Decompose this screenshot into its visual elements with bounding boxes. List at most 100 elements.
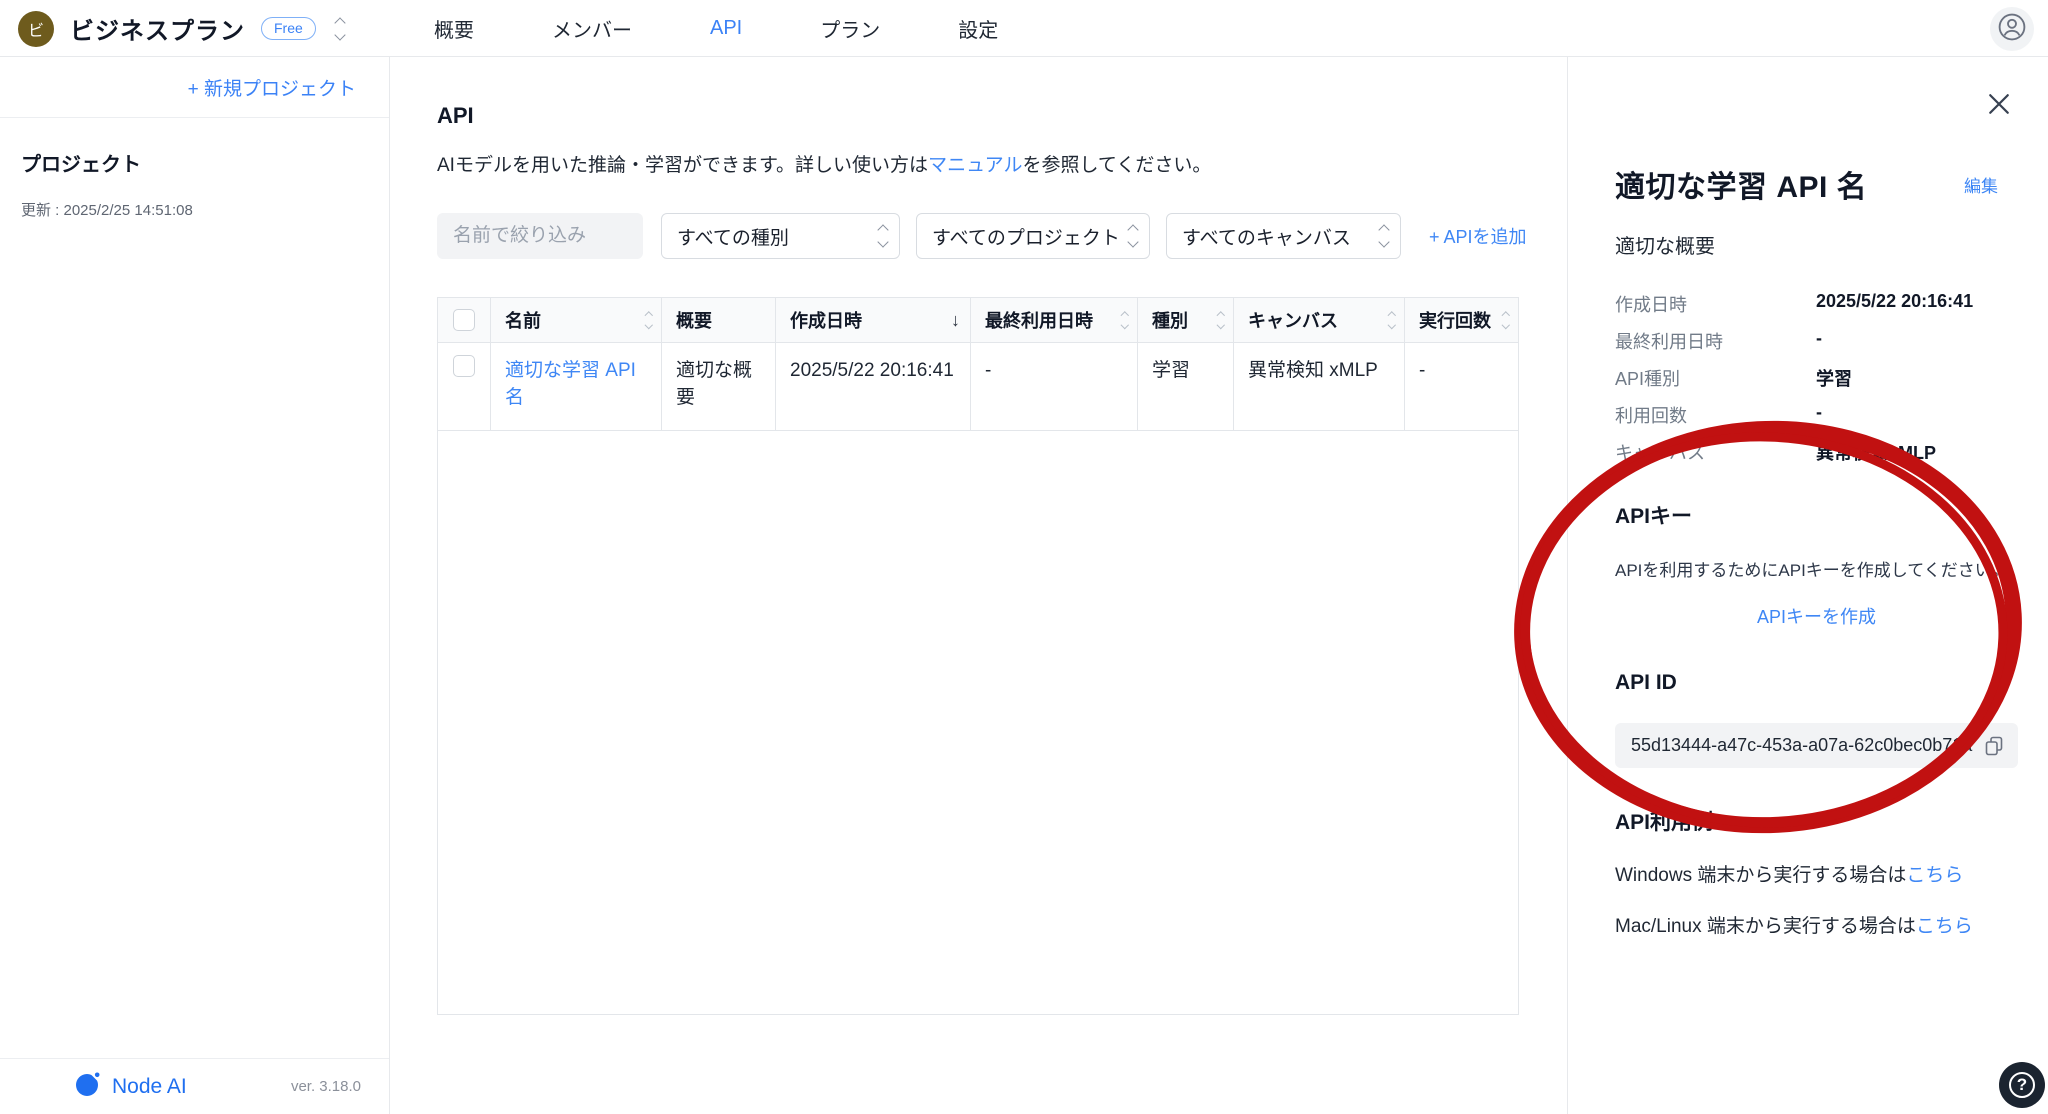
canvas-filter-select[interactable]: すべてのキャンバス [1166,213,1401,259]
mac-example-link[interactable]: こちら [1916,916,1973,937]
workspace-switcher[interactable]: ビ ビジネスプラン Free [18,0,344,57]
column-header-type[interactable]: 種別 [1138,298,1234,342]
copy-icon[interactable] [1982,734,2006,758]
column-header-name[interactable]: 名前 [491,298,662,342]
canvas-filter-value: すべてのキャンバス [1182,223,1372,250]
cell-canvas: 異常検知 xMLP [1234,343,1405,430]
chevron-up-down-icon [879,226,887,246]
sort-arrows-icon[interactable] [1503,313,1509,327]
api-detail-panel: 適切な学習 API 名 編集 適切な概要 作成日時 2025/5/22 20:1… [1567,57,2048,1114]
detail-subtitle: 適切な概要 [1615,230,2018,259]
node-ai-logo[interactable]: Node AI [74,1070,187,1103]
usage-line-windows: Windows 端末から実行する場合はこちら [1615,860,2018,887]
tab-plan[interactable]: プラン [820,14,880,43]
type-filter-value: すべての種別 [677,223,871,250]
detail-title-row: 適切な学習 API 名 編集 [1615,162,2018,206]
search-input[interactable] [437,213,643,259]
sort-arrows-icon[interactable] [1389,313,1395,327]
field-value: - [1816,328,1822,349]
plan-badge: Free [261,17,316,40]
app-window: ビ ビジネスプラン Free 概要 メンバー API プラン 設定 [0,0,2048,1114]
add-api-button[interactable]: + APIを追加 [1429,223,1527,249]
tab-overview[interactable]: 概要 [434,14,474,43]
project-updated-timestamp: 更新 : 2025/2/25 14:51:08 [21,199,389,220]
field-usage-count: 利用回数 - [1615,402,2018,439]
column-label: 概要 [676,307,712,333]
field-label: API種別 [1615,365,1816,391]
field-value: 異常検知xMLP [1816,439,1936,465]
field-last-used: 最終利用日時 - [1615,328,2018,365]
chevron-up-down-icon [1380,226,1388,246]
row-checkbox[interactable] [453,355,475,377]
node-ai-logo-icon [74,1070,102,1103]
type-filter-select[interactable]: すべての種別 [661,213,900,259]
project-filter-value: すべてのプロジェクト [932,223,1121,250]
user-account-button[interactable] [1990,7,2034,51]
node-ai-logo-text: Node AI [112,1075,187,1099]
description-text: AIモデルを用いた推論・学習ができます。詳しい使い方は [437,155,928,176]
arrow-down-icon[interactable]: ↓ [951,310,960,331]
column-label: 名前 [505,307,541,333]
page-description: AIモデルを用いた推論・学習ができます。詳しい使い方はマニュアルを参照してくださ… [437,150,1567,177]
detail-title: 適切な学習 API 名 [1615,162,1867,206]
api-key-description: APIを利用するためにAPIキーを作成してください。 [1615,556,2018,581]
usage-text: Windows 端末から実行する場合は [1615,865,1906,886]
column-header-last-used[interactable]: 最終利用日時 [971,298,1138,342]
field-label: 作成日時 [1615,291,1816,317]
chevron-up-down-icon[interactable] [336,19,344,39]
api-usage-title: API利用例 [1615,806,2018,836]
cell-last-used: - [971,343,1138,430]
tab-members[interactable]: メンバー [552,14,632,43]
tab-api[interactable]: API [710,17,742,40]
project-sidebar: + 新規プロジェクト プロジェクト 更新 : 2025/2/25 14:51:0… [0,57,390,1114]
table-header-row: 名前 概要 作成日時 ↓ 最終利用日時 種別 [438,298,1518,343]
cell-type: 学習 [1138,343,1234,430]
workspace-avatar: ビ [18,11,54,47]
page-title: API [437,103,1567,129]
edit-button[interactable]: 編集 [1964,172,1998,197]
new-project-button[interactable]: + 新規プロジェクト [188,74,356,101]
description-text-suffix: を参照してください。 [1023,155,1212,176]
row-checkbox-cell [438,343,491,430]
api-id-section: API ID 55d13444-a47c-453a-a07a-62c0bec0b… [1615,671,2018,768]
column-label: 最終利用日時 [985,307,1093,333]
help-button[interactable]: ? [1999,1062,2045,1108]
select-all-checkbox[interactable] [453,309,475,331]
sort-arrows-icon[interactable] [1218,313,1224,327]
column-header-summary[interactable]: 概要 [662,298,776,342]
new-project-row: + 新規プロジェクト [0,57,389,118]
field-created: 作成日時 2025/5/22 20:16:41 [1615,291,2018,328]
api-name-link[interactable]: 適切な学習 API 名 [505,360,636,408]
close-panel-button[interactable] [1984,89,2014,119]
sort-arrows-icon[interactable] [646,313,652,327]
project-filter-select[interactable]: すべてのプロジェクト [916,213,1150,259]
windows-example-link[interactable]: こちら [1906,865,1963,886]
cell-summary: 適切な概要 [662,343,776,430]
cell-created: 2025/5/22 20:16:41 [776,343,971,430]
cell-name: 適切な学習 API 名 [491,343,662,430]
sidebar-footer: Node AI ver. 3.18.0 [0,1058,389,1114]
detail-fields: 作成日時 2025/5/22 20:16:41 最終利用日時 - API種別 学… [1615,291,2018,476]
app-version: ver. 3.18.0 [291,1078,361,1095]
api-key-section: APIキー APIを利用するためにAPIキーを作成してください。 APIキーを作… [1615,500,2018,629]
header-checkbox-cell [438,298,491,342]
api-id-title: API ID [1615,671,2018,695]
create-api-key-button[interactable]: APIキーを作成 [1757,607,1876,627]
manual-link[interactable]: マニュアル [928,155,1022,176]
column-header-canvas[interactable]: キャンバス [1234,298,1405,342]
tab-settings[interactable]: 設定 [958,14,998,43]
field-value: 2025/5/22 20:16:41 [1816,291,1973,312]
workspace-name: ビジネスプラン [70,11,245,46]
question-circle-icon: ? [2009,1072,2035,1098]
field-label: キャンバス [1615,439,1816,465]
api-key-title: APIキー [1615,500,2018,530]
field-label: 利用回数 [1615,402,1816,428]
column-label: 実行回数 [1419,307,1491,333]
field-label: 最終利用日時 [1615,328,1816,354]
api-id-box: 55d13444-a47c-453a-a07a-62c0bec0b71a [1615,723,2018,768]
column-header-created[interactable]: 作成日時 ↓ [776,298,971,342]
column-header-runs[interactable]: 実行回数 [1405,298,1518,342]
column-label: キャンバス [1248,307,1338,333]
sort-arrows-icon[interactable] [1122,313,1128,327]
cell-runs: - [1405,343,1518,430]
